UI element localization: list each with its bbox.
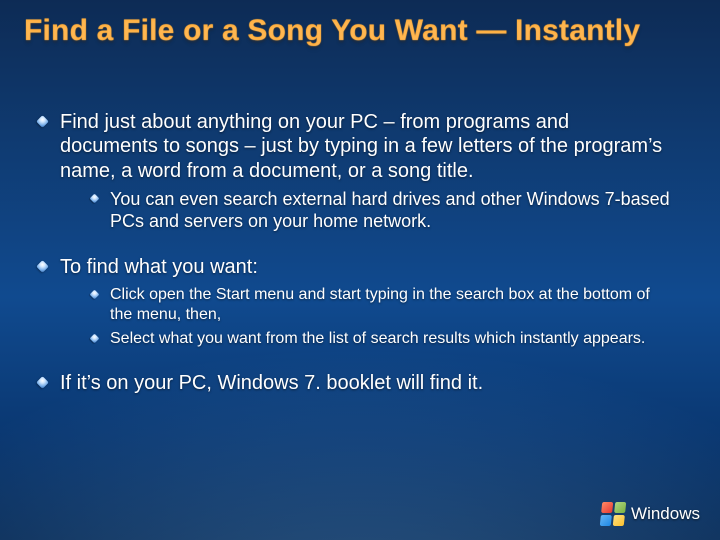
windows-brand-text: Windows — [631, 504, 700, 524]
bullet-text: If it’s on your PC, Windows 7. booklet w… — [60, 372, 483, 394]
sub-bullet-list: You can even search external hard drives… — [88, 189, 670, 233]
sub-bullet-item: Select what you want from the list of se… — [88, 329, 670, 349]
slide-body: Find just about anything on your PC – fr… — [34, 110, 670, 418]
windows-flag-icon — [600, 502, 627, 526]
sub-bullet-text: You can even search external hard drives… — [110, 189, 670, 231]
slide-title: Find a File or a Song You Want — Instant… — [24, 14, 696, 48]
sub-bullet-text: Click open the Start menu and start typi… — [110, 286, 650, 323]
windows-logo: Windows — [601, 502, 700, 526]
bullet-item: Find just about anything on your PC – fr… — [34, 110, 670, 233]
slide: Find a File or a Song You Want — Instant… — [0, 0, 720, 540]
sub-bullet-item: You can even search external hard drives… — [88, 189, 670, 233]
bullet-text: To find what you want: — [60, 256, 258, 278]
bullet-list: Find just about anything on your PC – fr… — [34, 110, 670, 396]
bullet-item: To find what you want: Click open the St… — [34, 255, 670, 349]
sub-bullet-text: Select what you want from the list of se… — [110, 330, 645, 347]
bullet-text: Find just about anything on your PC – fr… — [60, 111, 662, 182]
sub-bullet-item: Click open the Start menu and start typi… — [88, 285, 670, 325]
sub-bullet-list: Click open the Start menu and start typi… — [88, 285, 670, 349]
bullet-item: If it’s on your PC, Windows 7. booklet w… — [34, 371, 670, 395]
